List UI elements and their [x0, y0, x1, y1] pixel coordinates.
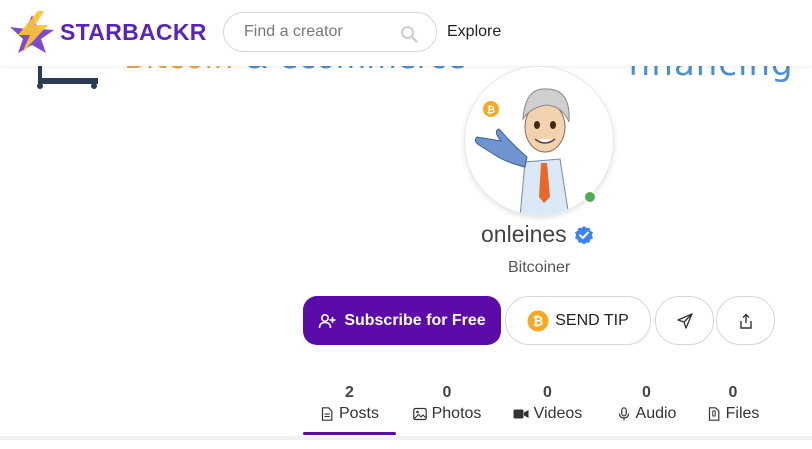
tab-videos-label: Videos: [533, 405, 583, 422]
top-header: STARBACKR Explore: [0, 0, 812, 66]
tab-audio-count: 0: [642, 384, 651, 401]
video-icon: [513, 409, 529, 419]
content-tabs: 2 Posts 0 Photos 0 Videos 0 Audio 0 File…: [303, 380, 812, 436]
profile-bio: Bitcoiner: [508, 259, 571, 276]
search-box: [223, 12, 437, 52]
tab-audio[interactable]: 0 Audio: [614, 380, 679, 436]
subscribe-label: Subscribe for Free: [344, 311, 486, 329]
active-tab-indicator: [303, 432, 396, 435]
tab-videos-count: 0: [543, 384, 552, 401]
explore-link[interactable]: Explore: [447, 23, 501, 41]
tab-posts-count: 2: [345, 384, 354, 401]
tab-files-label-wrap: Files: [707, 404, 760, 424]
tab-videos[interactable]: 0 Videos: [511, 380, 584, 436]
svg-text:₿: ₿: [533, 314, 544, 329]
username-text: onleines: [481, 221, 567, 247]
tabs-divider: [0, 436, 812, 440]
tab-photos-label: Photos: [431, 405, 482, 422]
search-input[interactable]: [244, 21, 394, 43]
add-user-icon: [319, 313, 336, 328]
tab-posts-label-wrap: Posts: [320, 404, 379, 424]
brand-logo[interactable]: STARBACKR: [8, 9, 207, 55]
profile-name: onleines: [481, 221, 594, 248]
share-button[interactable]: [716, 296, 775, 345]
tab-posts[interactable]: 2 Posts: [303, 380, 396, 436]
message-button[interactable]: [655, 296, 714, 345]
tab-photos-label-wrap: Photos: [412, 404, 482, 424]
tab-photos[interactable]: 0 Photos: [411, 380, 483, 436]
svg-text:₿: ₿: [487, 104, 495, 116]
brand-name: STARBACKR: [60, 18, 207, 45]
lightning-star-logo-icon: [10, 11, 54, 53]
online-status-indicator: [583, 190, 597, 204]
file-icon: [708, 407, 720, 421]
microphone-icon: [618, 407, 629, 421]
verified-badge-icon: [574, 225, 593, 244]
tab-posts-label: Posts: [338, 405, 379, 422]
tab-files-count: 0: [728, 384, 738, 401]
subscribe-button[interactable]: Subscribe for Free: [303, 296, 501, 345]
search-icon[interactable]: [400, 25, 418, 43]
document-icon: [321, 407, 333, 421]
send-tip-label: SEND TIP: [555, 311, 629, 329]
tab-files-label: Files: [725, 405, 760, 422]
send-message-icon: [676, 312, 693, 329]
share-icon: [739, 313, 752, 329]
send-tip-button[interactable]: ₿ SEND TIP: [505, 296, 651, 345]
tab-videos-label-wrap: Videos: [513, 404, 583, 424]
image-icon: [412, 407, 427, 421]
tab-audio-label-wrap: Audio: [617, 404, 677, 424]
tab-files[interactable]: 0 Files: [706, 380, 760, 436]
tab-audio-label: Audio: [635, 405, 677, 422]
bitcoin-icon: ₿: [527, 310, 549, 331]
tab-photos-count: 0: [442, 384, 452, 401]
